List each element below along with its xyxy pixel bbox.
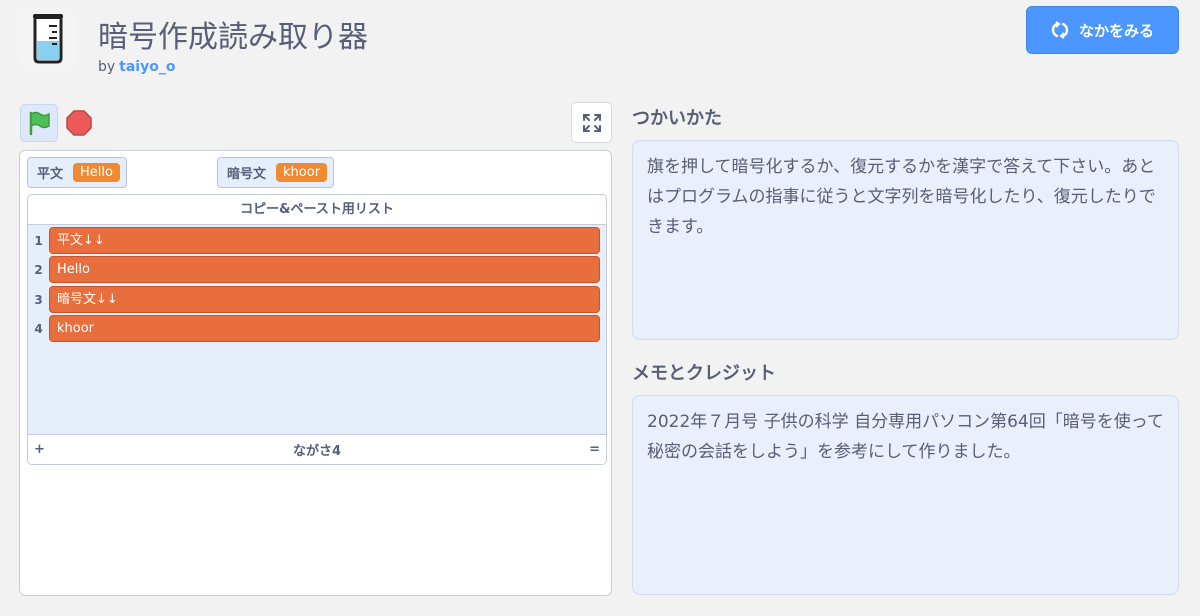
variable-monitor-ciphertext: 暗号文 khoor (217, 157, 335, 188)
list-length: ながさ4 (292, 444, 342, 459)
green-flag-button[interactable] (20, 104, 58, 142)
list-item[interactable]: 3 暗号文↓↓ (28, 286, 600, 313)
list-item-value[interactable]: 暗号文↓↓ (49, 286, 600, 313)
green-flag-icon (29, 111, 50, 136)
beaker-icon (33, 14, 63, 64)
list-item[interactable]: 1 平文↓↓ (28, 227, 600, 254)
remix-icon (1051, 21, 1069, 39)
list-item-index: 1 (34, 233, 43, 248)
list-item-value[interactable]: 平文↓↓ (49, 227, 600, 254)
project-title: 暗号作成読み取り器 (98, 20, 368, 55)
stop-sign-icon (66, 110, 92, 136)
list-item[interactable]: 4 khoor (28, 315, 600, 342)
notes-heading: メモとクレジット (632, 363, 776, 384)
list-item-value[interactable]: khoor (49, 315, 600, 342)
see-inside-label: なかをみる (1078, 21, 1154, 40)
by-label: by (98, 59, 116, 75)
author-link[interactable]: taiyo_o (119, 59, 175, 75)
monitor-label: 平文 (37, 167, 64, 182)
fullscreen-button[interactable] (571, 102, 612, 143)
monitor-label: 暗号文 (227, 167, 267, 182)
monitor-value: khoor (276, 163, 328, 182)
list-item-index: 3 (34, 292, 43, 307)
stage[interactable]: 平文 Hello 暗号文 khoor コピー&ペースト用リスト 1 平文↓↓ 2… (19, 150, 612, 596)
fullscreen-icon (582, 113, 601, 132)
list-item-index: 2 (34, 262, 43, 277)
list-item[interactable]: 2 Hello (28, 256, 600, 283)
project-thumbnail (18, 8, 76, 66)
monitor-value: Hello (73, 163, 120, 182)
list-item-index: 4 (34, 321, 43, 336)
list-title: コピー&ペースト用リスト (28, 195, 606, 225)
instructions-heading: つかいかた (632, 108, 722, 129)
stop-button[interactable] (62, 104, 96, 142)
list-monitor: コピー&ペースト用リスト 1 平文↓↓ 2 Hello 3 暗号文↓↓ 4 kh… (27, 194, 607, 465)
list-item-value[interactable]: Hello (49, 256, 600, 283)
notes-text: 2022年７月号 子供の科学 自分専用パソコン第64回「暗号を使って秘密の会話を… (632, 395, 1179, 595)
instructions-text: 旗を押して暗号化するか、復元するかを漢字で答えて下さい。あとはプログラムの指事に… (632, 140, 1179, 340)
list-footer: + ながさ4 = (28, 434, 606, 464)
variable-monitor-plaintext: 平文 Hello (27, 157, 127, 188)
list-resize-handle[interactable]: = (589, 442, 600, 457)
byline: by taiyo_o (98, 59, 175, 75)
list-add-button[interactable]: + (34, 442, 45, 457)
list-body[interactable]: 1 平文↓↓ 2 Hello 3 暗号文↓↓ 4 khoor (28, 225, 606, 435)
see-inside-button[interactable]: なかをみる (1026, 6, 1179, 54)
